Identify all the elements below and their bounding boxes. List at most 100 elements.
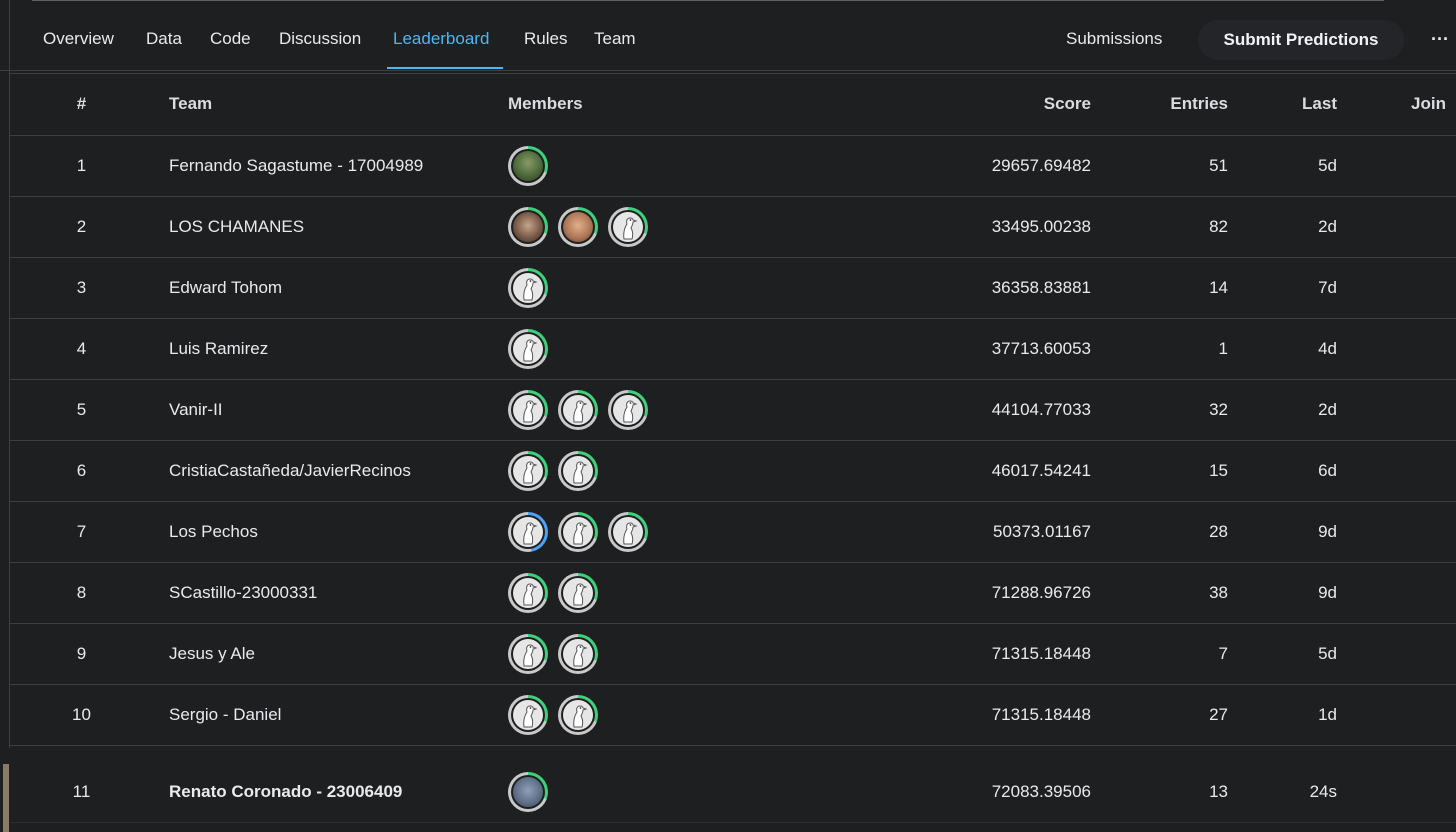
table-row: 4 Luis Ramirez 37713.60053 1 4d (10, 319, 1456, 380)
avatar[interactable] (608, 207, 648, 247)
your-team-row: 11 Renato Coronado - 23006409 72083.39506 1… (10, 762, 1456, 823)
table-row: 3 Edward Tohom 36358.83881 14 7d (10, 258, 1456, 319)
score-cell: 71288.96726 (991, 583, 1091, 602)
rank-cell: 3 (76, 278, 87, 297)
leaderboard-table: # Team Members Score Entries Last Join 1… (10, 73, 1456, 823)
tab-team[interactable]: Team (594, 29, 636, 49)
avatar[interactable] (508, 634, 548, 674)
header-rank[interactable]: # (10, 94, 153, 114)
avatar[interactable] (558, 695, 598, 735)
tab-code[interactable]: Code (210, 29, 251, 49)
header-members: Members (508, 94, 583, 113)
tab-rules[interactable]: Rules (524, 29, 567, 49)
avatar[interactable] (558, 390, 598, 430)
avatar[interactable] (508, 329, 548, 369)
score-cell: 46017.54241 (991, 461, 1091, 480)
avatar[interactable] (508, 451, 548, 491)
entries-cell: 7 (1218, 644, 1228, 663)
header-team[interactable]: Team (169, 94, 212, 114)
goose-avatar-icon (513, 700, 543, 730)
team-name[interactable]: Vanir-II (169, 400, 223, 420)
rank-cell: 8 (76, 583, 87, 602)
avatar[interactable] (508, 390, 548, 430)
team-name[interactable]: Renato Coronado - 23006409 (169, 782, 402, 802)
header-join: Join (1411, 94, 1446, 113)
header-entries[interactable]: Entries (1170, 94, 1228, 114)
goose-avatar-icon (513, 578, 543, 608)
rank-cell: 9 (76, 644, 87, 663)
last-submission-cell: 9d (1318, 583, 1337, 602)
avatar[interactable] (558, 512, 598, 552)
avatar[interactable] (508, 695, 548, 735)
tab-data[interactable]: Data (146, 29, 182, 49)
avatar[interactable] (558, 451, 598, 491)
score-cell: 71315.18448 (991, 705, 1091, 724)
entries-cell: 1 (1218, 339, 1228, 358)
rank-cell: 4 (76, 339, 87, 358)
goose-avatar-icon (613, 517, 643, 547)
last-submission-cell: 9d (1318, 522, 1337, 541)
last-submission-cell: 5d (1318, 156, 1337, 175)
team-name[interactable]: Jesus y Ale (169, 644, 255, 664)
team-name[interactable]: Fernando Sagastume - 17004989 (169, 156, 423, 176)
team-name[interactable]: Los Pechos (169, 522, 258, 542)
avatar[interactable] (508, 207, 548, 247)
table-row: 8 SCastillo-23000331 71288.96726 38 9d (10, 563, 1456, 624)
team-name[interactable]: Sergio - Daniel (169, 705, 281, 725)
rank-cell: 2 (76, 217, 87, 236)
submissions-link[interactable]: Submissions (1066, 29, 1162, 49)
team-name[interactable]: CristiaCastañeda/JavierRecinos (169, 461, 411, 481)
tab-leaderboard[interactable]: Leaderboard (393, 29, 489, 49)
rank-cell: 5 (76, 400, 87, 419)
more-options-icon[interactable]: ··· (1428, 24, 1452, 54)
goose-avatar-icon (563, 456, 593, 486)
team-name[interactable]: LOS CHAMANES (169, 217, 304, 237)
goose-avatar-icon (513, 639, 543, 669)
table-row: 10 Sergio - Daniel 71315.18448 27 1d (10, 685, 1456, 746)
avatar[interactable] (608, 390, 648, 430)
table-row: 7 Los Pechos 50373.01167 28 9d (10, 502, 1456, 563)
team-name[interactable]: Edward Tohom (169, 278, 282, 298)
score-cell: 33495.00238 (991, 217, 1091, 236)
avatar[interactable] (508, 772, 548, 812)
team-name[interactable]: SCastillo-23000331 (169, 583, 317, 603)
goose-avatar-icon (513, 395, 543, 425)
avatar[interactable] (508, 512, 548, 552)
entries-cell: 32 (1209, 400, 1228, 419)
score-cell: 71315.18448 (991, 644, 1091, 663)
avatar[interactable] (558, 634, 598, 674)
table-row: 9 Jesus y Ale 71315.18448 7 5d (10, 624, 1456, 685)
tab-overview[interactable]: Overview (43, 29, 114, 49)
user-photo-icon (513, 212, 543, 242)
goose-avatar-icon (563, 517, 593, 547)
table-row: 6 CristiaCastañeda/JavierRecinos 46017.542… (10, 441, 1456, 502)
score-cell: 36358.83881 (991, 278, 1091, 297)
user-photo-icon (563, 212, 593, 242)
entries-cell: 27 (1209, 705, 1228, 724)
active-tab-indicator (387, 67, 503, 69)
goose-avatar-icon (513, 273, 543, 303)
last-submission-cell: 7d (1318, 278, 1337, 297)
tab-discussion[interactable]: Discussion (279, 29, 361, 49)
avatar[interactable] (508, 268, 548, 308)
score-cell: 37713.60053 (991, 339, 1091, 358)
header-score[interactable]: Score (1044, 94, 1091, 114)
last-submission-cell: 1d (1318, 705, 1337, 724)
avatar[interactable] (558, 573, 598, 613)
team-name[interactable]: Luis Ramirez (169, 339, 268, 359)
user-photo-icon (513, 151, 543, 181)
entries-cell: 82 (1209, 217, 1228, 236)
submit-predictions-button[interactable]: Submit Predictions (1198, 20, 1404, 60)
avatar[interactable] (558, 207, 598, 247)
rank-cell: 11 (72, 782, 91, 801)
score-cell: 44104.77033 (991, 400, 1091, 419)
avatar[interactable] (608, 512, 648, 552)
avatar[interactable] (508, 146, 548, 186)
entries-cell: 28 (1209, 522, 1228, 541)
table-body: 1 Fernando Sagastume - 17004989 29657.6948… (10, 136, 1456, 823)
your-position-marker (3, 764, 9, 832)
competition-nav: Overview Data Code Discussion Leaderboar… (0, 0, 1456, 71)
last-submission-cell: 2d (1318, 400, 1337, 419)
header-last[interactable]: Last (1302, 94, 1337, 114)
avatar[interactable] (508, 573, 548, 613)
